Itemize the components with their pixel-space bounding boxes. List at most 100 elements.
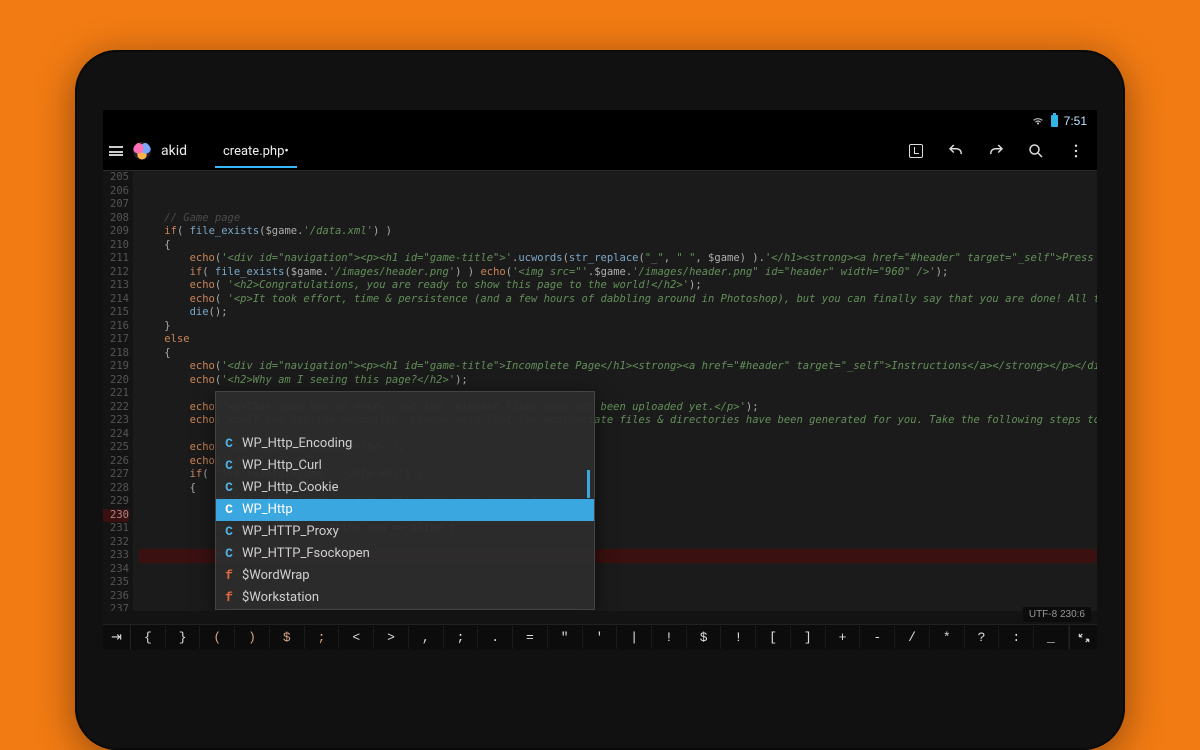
- line-number: 227: [103, 468, 129, 482]
- symbol-key[interactable]: .: [478, 626, 513, 649]
- symbol-key[interactable]: ": [548, 626, 583, 649]
- line-number: 236: [103, 590, 129, 604]
- symbol-key[interactable]: -: [860, 626, 895, 649]
- symbol-key[interactable]: (: [200, 626, 235, 649]
- line-number: 216: [103, 320, 129, 334]
- line-number: 210: [103, 239, 129, 253]
- symbol-key[interactable]: /: [895, 626, 930, 649]
- tablet-frame: 7:51 akid create.php• 205: [75, 50, 1125, 750]
- line-number: 217: [103, 333, 129, 347]
- battery-icon: [1051, 115, 1058, 127]
- redo-button[interactable]: [981, 136, 1011, 166]
- menu-icon[interactable]: [109, 146, 123, 156]
- symbol-key[interactable]: +: [826, 626, 861, 649]
- line-number-gutter: 2052062072082092102112122132142152162172…: [103, 171, 133, 611]
- symbol-key[interactable]: ;: [305, 626, 340, 649]
- class-kind-icon: C: [224, 503, 234, 517]
- line-number: 208: [103, 212, 129, 226]
- symbol-key[interactable]: }: [166, 626, 201, 649]
- line-number: 230: [103, 509, 129, 523]
- line-number: 237: [103, 603, 129, 611]
- tab-file[interactable]: create.php•: [215, 134, 297, 168]
- line-number: 213: [103, 279, 129, 293]
- autocomplete-item[interactable]: f$Workstation: [216, 587, 594, 609]
- save-button[interactable]: [901, 136, 931, 166]
- code-line[interactable]: {: [139, 239, 1097, 253]
- autocomplete-item[interactable]: C WP_Http_Cookie: [216, 477, 594, 499]
- line-number: 222: [103, 401, 129, 415]
- symbol-key[interactable]: ]: [791, 626, 826, 649]
- symbol-key[interactable]: ,: [409, 626, 444, 649]
- app-logo-icon: [133, 142, 151, 160]
- code-line[interactable]: if( file_exists($game.'/images/header.pn…: [139, 266, 1097, 280]
- symbol-key[interactable]: !: [652, 626, 687, 649]
- symbol-key[interactable]: _: [1034, 626, 1069, 649]
- autocomplete-label: WP_HTTP_Proxy: [242, 525, 339, 539]
- code-line[interactable]: {: [139, 347, 1097, 361]
- code-line[interactable]: die();: [139, 306, 1097, 320]
- symbol-key[interactable]: :: [999, 626, 1034, 649]
- symbol-key[interactable]: *: [930, 626, 965, 649]
- autocomplete-label: WP_Http_Encoding: [242, 437, 352, 451]
- autocomplete-item[interactable]: C WP_Http_Encoding: [216, 433, 594, 455]
- symbol-key[interactable]: !: [721, 626, 756, 649]
- symbol-key[interactable]: =: [513, 626, 548, 649]
- symbol-key[interactable]: ): [235, 626, 270, 649]
- autocomplete-item[interactable]: f $WordWrap: [216, 565, 594, 587]
- code-line[interactable]: echo('<div id="navigation"><p><h1 id="ga…: [139, 252, 1097, 266]
- overflow-button[interactable]: [1061, 136, 1091, 166]
- symbol-key[interactable]: ;: [444, 626, 479, 649]
- class-kind-icon: C: [224, 525, 234, 539]
- symbol-key[interactable]: >: [374, 626, 409, 649]
- code-line[interactable]: else: [139, 333, 1097, 347]
- autocomplete-item[interactable]: CWP_Http_Curl: [216, 455, 594, 477]
- symbol-key[interactable]: |: [617, 626, 652, 649]
- code-line[interactable]: // Game page: [139, 212, 1097, 226]
- autocomplete-item[interactable]: CWP_Http: [216, 499, 594, 521]
- undo-button[interactable]: [941, 136, 971, 166]
- symbol-key[interactable]: $: [687, 626, 722, 649]
- code-area[interactable]: // Game page if( file_exists($game.'/dat…: [133, 171, 1097, 611]
- line-number: 221: [103, 387, 129, 401]
- line-number: 234: [103, 563, 129, 577]
- class-kind-icon: C: [224, 437, 234, 451]
- search-button[interactable]: [1021, 136, 1051, 166]
- autocomplete-popup[interactable]: C WP_Http_Encoding CWP_Http_Curl C WP_Http_C…: [215, 391, 595, 610]
- line-number: 226: [103, 455, 129, 469]
- autocomplete-scrollbar[interactable]: [587, 470, 590, 498]
- symbol-key[interactable]: [: [756, 626, 791, 649]
- code-editor[interactable]: 2052062072082092102112122132142152162172…: [103, 171, 1097, 611]
- line-number: 206: [103, 185, 129, 199]
- field-kind-icon: f: [224, 569, 234, 583]
- code-line[interactable]: echo('<div id="navigation"><p><h1 id="ga…: [139, 360, 1097, 374]
- line-number: 219: [103, 360, 129, 374]
- autocomplete-label: WP_HTTP_Fsockopen: [242, 547, 370, 561]
- autocomplete-item[interactable]: CWP_HTTP_Fsockopen: [216, 543, 594, 565]
- code-line[interactable]: if( file_exists($game.'/data.xml') ): [139, 225, 1097, 239]
- symbol-key[interactable]: <: [339, 626, 374, 649]
- clock: 7:51: [1064, 114, 1087, 128]
- code-line[interactable]: echo('<h2>Why am I seeing this page?</h2…: [139, 374, 1097, 388]
- autocomplete-item[interactable]: C WP_HTTP_Proxy: [216, 521, 594, 543]
- editor-status-strip: UTF-8 230:6: [1023, 607, 1091, 622]
- app-title: akid: [161, 143, 205, 159]
- code-line[interactable]: }: [139, 320, 1097, 334]
- line-number: 205: [103, 171, 129, 185]
- line-number: 211: [103, 252, 129, 266]
- collapse-keyboard-button[interactable]: [1069, 625, 1097, 650]
- class-kind-icon: C: [224, 481, 234, 495]
- field-kind-icon: f: [224, 591, 234, 605]
- symbol-key[interactable]: {: [131, 626, 166, 649]
- autocomplete-label: WP_Http_Cookie: [242, 481, 338, 495]
- line-number: 214: [103, 293, 129, 307]
- symbol-key[interactable]: ': [583, 626, 618, 649]
- autocomplete-label: $WordWrap: [242, 569, 310, 583]
- symbol-keyboard-bar[interactable]: ⇥ {}()$;<>,;.="'|!$![]+-/*?:_: [103, 624, 1097, 650]
- android-status-bar: 7:51: [103, 110, 1097, 132]
- symbol-key[interactable]: ?: [965, 626, 1000, 649]
- symbol-key[interactable]: $: [270, 626, 305, 649]
- cursor-position: 230:6: [1060, 609, 1085, 620]
- tab-key[interactable]: ⇥: [103, 625, 131, 650]
- code-line[interactable]: echo( '<p>It took effort, time & persist…: [139, 293, 1097, 307]
- code-line[interactable]: echo( '<h2>Congratulations, you are read…: [139, 279, 1097, 293]
